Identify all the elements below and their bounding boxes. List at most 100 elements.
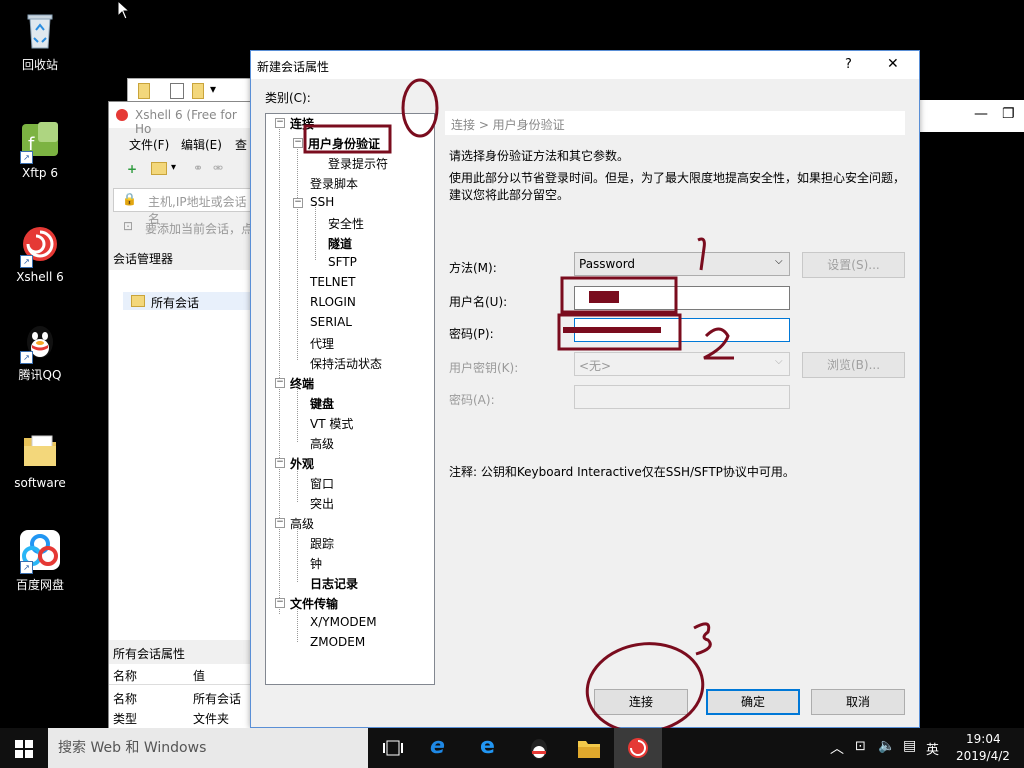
tree-item-connection[interactable]: 连接: [290, 115, 314, 132]
table-row[interactable]: 类型 文件夹: [109, 708, 254, 726]
desktop-icon-xftp[interactable]: f ↗ Xftp 6: [6, 118, 74, 180]
passphrase-label: 密码(A):: [449, 393, 495, 407]
userkey-select[interactable]: <无> ⌵: [574, 352, 790, 376]
chevron-up-icon[interactable]: ︿: [830, 738, 844, 758]
username-label: 用户名(U):: [449, 295, 508, 309]
column-header-value: 值: [193, 669, 206, 683]
xshell-window-controls: — ❐: [918, 100, 1024, 132]
tree-item-xymodem[interactable]: X/YMODEM: [310, 615, 377, 629]
tree-item-sftp[interactable]: SFTP: [328, 255, 357, 269]
cancel-button[interactable]: 取消: [811, 689, 905, 715]
desktop-icon-software[interactable]: software: [6, 428, 74, 490]
taskbar-xshell-active[interactable]: [614, 728, 662, 768]
desktop-icon-recycle-bin[interactable]: 回收站: [6, 8, 74, 73]
tree-item-serial[interactable]: SERIAL: [310, 315, 352, 329]
session-item-all[interactable]: 所有会话: [123, 292, 253, 310]
tree-item-zmodem[interactable]: ZMODEM: [310, 635, 365, 649]
open-folder-icon[interactable]: [151, 162, 167, 175]
properties-icon: [170, 83, 184, 99]
desktop-icon-xshell[interactable]: ↗ Xshell 6: [6, 222, 74, 284]
dropdown-icon[interactable]: ▾: [210, 82, 216, 96]
link-icon[interactable]: ⚭: [193, 161, 203, 175]
menu-file[interactable]: 文件(F): [129, 136, 169, 153]
baidu-netdisk-icon: ↗: [18, 528, 62, 574]
tree-item-keepalive[interactable]: 保持活动状态: [310, 355, 382, 372]
tree-item-terminal[interactable]: 终端: [290, 375, 314, 392]
passphrase-input[interactable]: [574, 385, 790, 409]
close-button[interactable]: ✕: [887, 56, 899, 72]
network-icon[interactable]: ⊡: [855, 739, 866, 754]
volume-icon[interactable]: 🔈: [878, 738, 895, 754]
collapse-icon[interactable]: −: [275, 458, 285, 468]
clock-date[interactable]: 2019/4/2: [956, 749, 1010, 763]
restore-icon[interactable]: ❐: [1002, 106, 1015, 122]
taskbar-search-box[interactable]: 搜索 Web 和 Windows: [48, 728, 368, 768]
tree-item-proxy[interactable]: 代理: [310, 335, 334, 352]
collapse-icon[interactable]: −: [275, 378, 285, 388]
mouse-cursor-icon: [117, 0, 129, 20]
notification-icon[interactable]: ▤: [903, 738, 916, 754]
connect-button[interactable]: 连接: [594, 689, 688, 715]
tree-item-bell[interactable]: 钟: [310, 555, 322, 572]
ime-indicator[interactable]: 英: [926, 739, 939, 758]
desktop-icon-baidu-netdisk[interactable]: ↗ 百度网盘: [6, 528, 74, 593]
tree-item-highlight[interactable]: 突出: [310, 495, 334, 512]
menu-edit[interactable]: 编辑(E): [181, 136, 222, 153]
tree-item-login-script[interactable]: 登录脚本: [310, 175, 358, 192]
tree-item-tunnel[interactable]: 隧道: [328, 235, 352, 252]
tree-item-security[interactable]: 安全性: [328, 215, 364, 232]
unlink-icon[interactable]: ⚮: [213, 161, 223, 175]
tree-item-login-prompt[interactable]: 登录提示符: [328, 155, 388, 172]
windows-start-icon[interactable]: [15, 740, 33, 758]
tree-item-terminal-advanced[interactable]: 高级: [310, 435, 334, 452]
desktop-icon-qq[interactable]: ↗ 腾讯QQ: [6, 318, 74, 383]
collapse-icon[interactable]: −: [275, 518, 285, 528]
edge-icon[interactable]: e: [480, 734, 495, 759]
dropdown-icon[interactable]: ▾: [171, 162, 176, 173]
collapse-icon[interactable]: −: [293, 198, 303, 208]
shortcut-arrow-icon: ↗: [20, 561, 33, 574]
table-row[interactable]: 名称 所有会话: [109, 688, 254, 706]
tree-item-keyboard[interactable]: 键盘: [310, 395, 334, 412]
collapse-icon[interactable]: −: [275, 598, 285, 608]
xshell-icon: [628, 738, 648, 758]
username-input[interactable]: [574, 286, 790, 310]
clock-time[interactable]: 19:04: [966, 732, 1001, 746]
new-session-icon[interactable]: +: [127, 162, 137, 176]
qq-icon: ↗: [18, 318, 62, 364]
category-tree[interactable]: − 连接 − 用户身份验证 登录提示符 登录脚本 − SSH 安全性 隧道 SF…: [265, 113, 435, 685]
task-view-icon[interactable]: [383, 740, 403, 756]
tree-item-logging[interactable]: 日志记录: [310, 575, 358, 592]
method-select[interactable]: Password ⌵: [574, 252, 790, 276]
tree-item-advanced[interactable]: 高级: [290, 515, 314, 532]
tree-item-rlogin[interactable]: RLOGIN: [310, 295, 356, 309]
xshell-icon: [116, 109, 128, 121]
file-explorer-icon[interactable]: [577, 737, 601, 759]
tree-item-user-auth[interactable]: 用户身份验证: [308, 135, 381, 152]
method-label: 方法(M):: [449, 261, 497, 275]
minimize-icon[interactable]: —: [974, 106, 988, 122]
tree-item-ssh[interactable]: SSH: [310, 195, 334, 209]
desktop-icon-label: Xshell 6: [16, 270, 64, 284]
settings-button[interactable]: 设置(S)...: [802, 252, 905, 278]
table-cell: 名称: [113, 692, 138, 706]
tree-item-file-transfer[interactable]: 文件传输: [290, 595, 338, 612]
ok-button[interactable]: 确定: [706, 689, 800, 715]
tree-item-trace[interactable]: 跟踪: [310, 535, 334, 552]
collapse-icon[interactable]: −: [293, 138, 303, 148]
tree-item-vt-mode[interactable]: VT 模式: [310, 415, 353, 432]
desktop-icon-label: 腾讯QQ: [18, 368, 62, 382]
menu-view[interactable]: 查: [235, 136, 247, 153]
tree-item-telnet[interactable]: TELNET: [310, 275, 356, 289]
redacted-value: [589, 291, 619, 303]
collapse-icon[interactable]: −: [275, 118, 285, 128]
tree-item-window[interactable]: 窗口: [310, 475, 334, 492]
address-bar[interactable]: 🔒 主机,IP地址或会话名: [113, 188, 255, 226]
folder-icon: [138, 83, 150, 99]
help-button[interactable]: ?: [845, 57, 852, 72]
ie-icon[interactable]: e: [430, 734, 445, 759]
tree-item-appearance[interactable]: 外观: [290, 455, 314, 472]
qq-taskbar-icon[interactable]: [527, 736, 551, 760]
password-input[interactable]: [563, 318, 790, 342]
browse-button[interactable]: 浏览(B)...: [802, 352, 905, 378]
